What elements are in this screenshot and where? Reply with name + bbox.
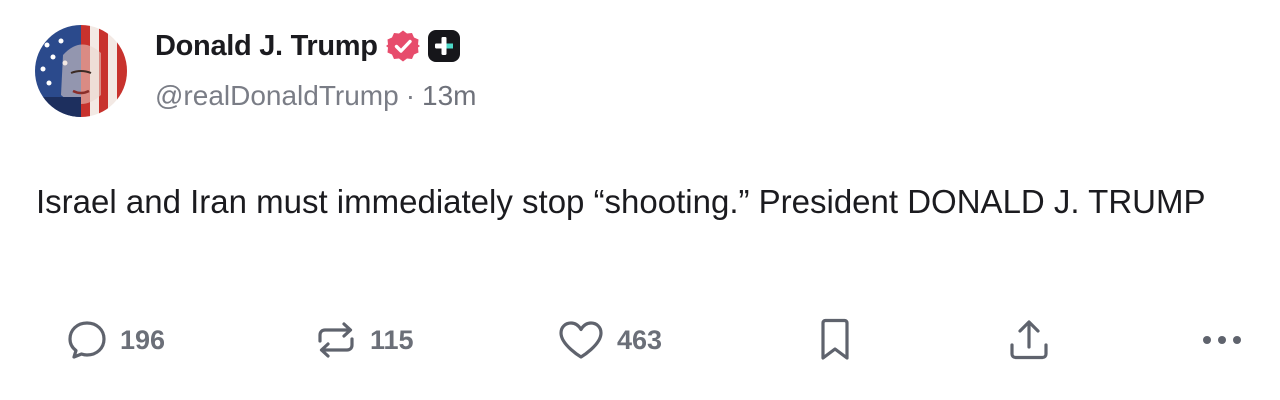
meta-separator: · [405,80,416,111]
share-button[interactable] [1008,315,1050,365]
post-timestamp[interactable]: 13m [422,80,476,112]
flag-portrait-avatar-icon [35,25,127,117]
author-display-name[interactable]: Donald J. Trump [155,30,378,63]
bookmark-button[interactable] [818,315,852,365]
post-text: Israel and Iran must immediately stop “s… [36,183,1206,220]
like-count: 463 [617,324,663,355]
repost-button[interactable]: 115 [314,315,414,365]
share-icon [1010,320,1048,360]
heart-icon [559,321,603,359]
avatar[interactable] [35,25,127,117]
like-button[interactable]: 463 [557,315,662,365]
reply-button[interactable]: 196 [66,315,165,365]
more-icon [1203,336,1241,344]
comment-icon [68,321,106,359]
verified-badge-icon [385,29,420,63]
author-handle[interactable]: @realDonaldTrump [155,80,399,112]
reply-count: 196 [120,324,166,355]
plus-badge-icon [427,30,460,62]
author-name-row: Donald J. Trump [155,26,460,66]
more-options-button[interactable] [1200,315,1246,365]
author-meta: @realDonaldTrump · 13m [155,80,477,112]
repost-count: 115 [370,324,414,355]
post-card: Donald J. Trump @realDonaldTrump · 13m I… [0,0,1280,400]
bookmark-icon [821,318,849,360]
repost-icon [318,322,354,358]
